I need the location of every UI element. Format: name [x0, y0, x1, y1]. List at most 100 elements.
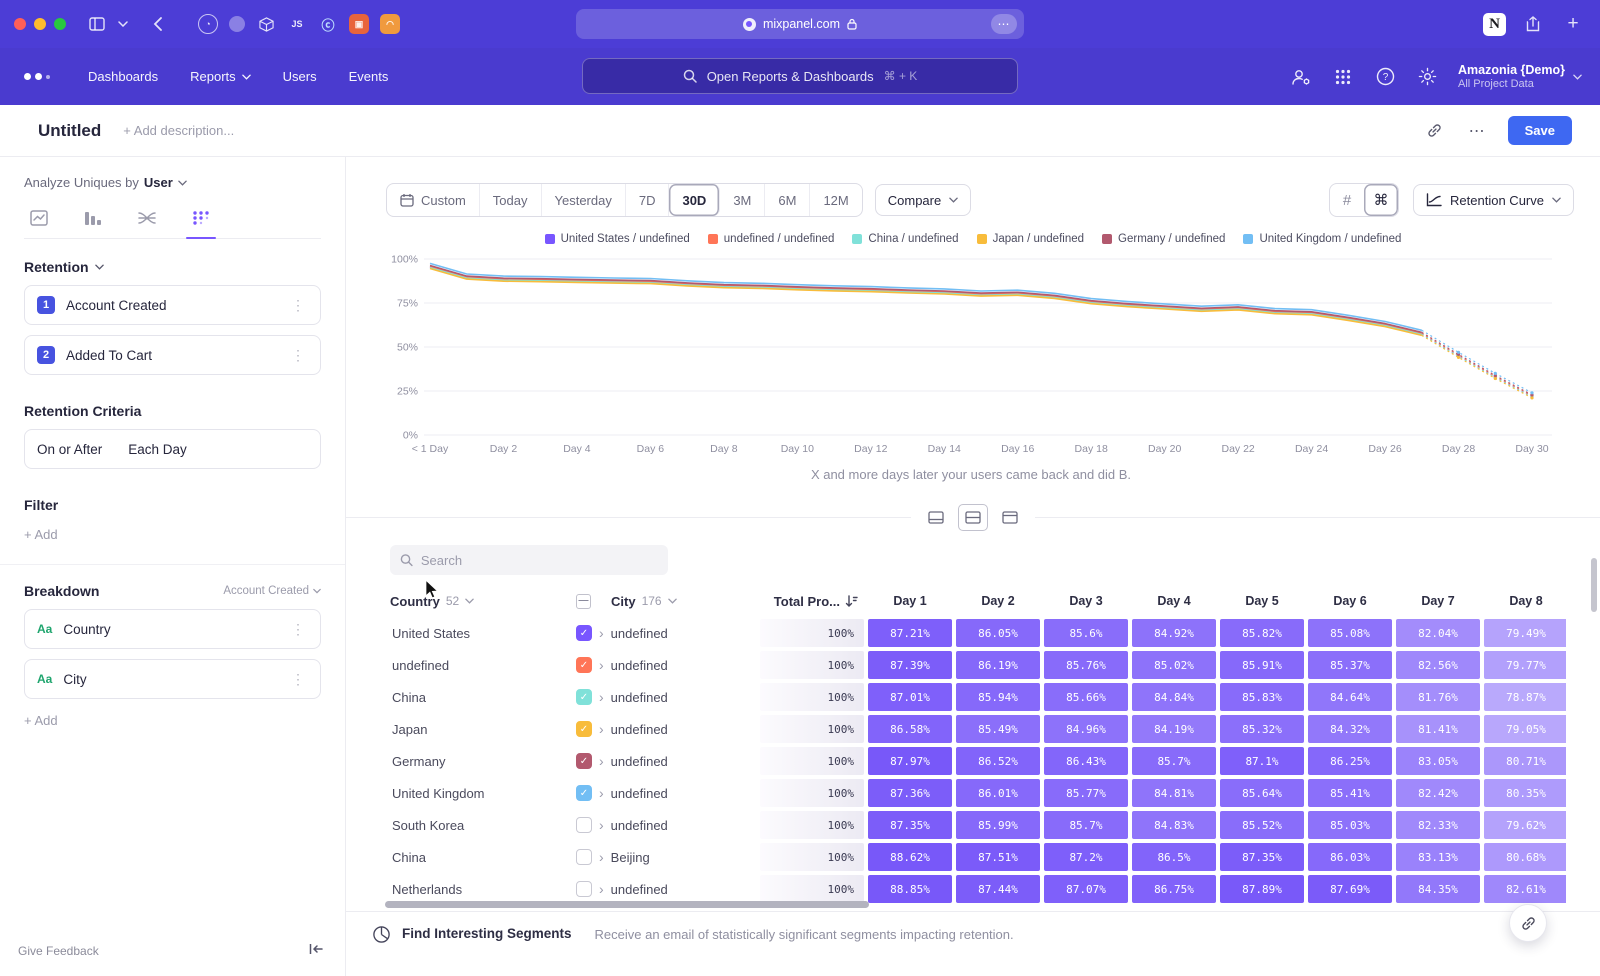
range-yesterday[interactable]: Yesterday [542, 184, 626, 216]
column-day-header[interactable]: Day 1 [866, 594, 954, 608]
step-options-icon[interactable]: ⋮ [289, 347, 308, 364]
find-segments-title[interactable]: Find Interesting Segments [402, 925, 572, 941]
tab-funnels-icon[interactable] [78, 206, 108, 238]
row-checkbox[interactable]: ✓ [576, 625, 592, 641]
retention-value-cell[interactable]: 82.42% [1394, 777, 1482, 809]
column-day-header[interactable]: Day 4 [1130, 594, 1218, 608]
retention-value-cell[interactable]: 85.94% [954, 681, 1042, 713]
expand-row-icon[interactable]: › [599, 689, 604, 705]
retention-value-cell[interactable]: 87.07% [1042, 873, 1130, 905]
expand-row-icon[interactable]: › [599, 881, 604, 897]
back-icon[interactable] [144, 11, 170, 37]
nav-item-reports[interactable]: Reports [178, 61, 263, 92]
retention-value-cell[interactable]: 87.36% [866, 777, 954, 809]
retention-value-cell[interactable]: 86.43% [1042, 745, 1130, 777]
retention-value-cell[interactable]: 78.87% [1482, 681, 1566, 713]
column-day-header[interactable]: Day 5 [1218, 594, 1306, 608]
user-settings-icon[interactable] [1290, 66, 1312, 88]
range-7d[interactable]: 7D [626, 184, 670, 216]
retention-value-cell[interactable]: 80.68% [1482, 841, 1566, 873]
row-checkbox[interactable]: ✓ [576, 689, 592, 705]
copy-link-icon[interactable] [1424, 120, 1446, 142]
retention-value-cell[interactable]: 87.69% [1306, 873, 1394, 905]
retention-value-cell[interactable]: 82.33% [1394, 809, 1482, 841]
add-breakdown-button[interactable]: + Add [24, 713, 321, 728]
heatmap-toggle-icon[interactable]: # [1330, 184, 1364, 216]
retention-value-cell[interactable]: 85.83% [1218, 681, 1306, 713]
retention-value-cell[interactable]: 87.97% [866, 745, 954, 777]
retention-value-cell[interactable]: 84.96% [1042, 713, 1130, 745]
chart-type-dropdown[interactable]: Retention Curve [1413, 184, 1574, 216]
retention-value-cell[interactable]: 85.37% [1306, 649, 1394, 681]
row-checkbox[interactable]: ✓ [576, 753, 592, 769]
retention-value-cell[interactable]: 86.75% [1130, 873, 1218, 905]
retention-value-cell[interactable]: 84.32% [1306, 713, 1394, 745]
range-12m[interactable]: 12M [810, 184, 861, 216]
retention-value-cell[interactable]: 79.49% [1482, 617, 1566, 649]
row-checkbox[interactable] [576, 817, 592, 833]
retention-value-cell[interactable]: 85.82% [1218, 617, 1306, 649]
analyze-value[interactable]: User [144, 175, 173, 190]
notion-extension-icon[interactable]: N [1483, 13, 1506, 36]
give-feedback-link[interactable]: Give Feedback [18, 944, 99, 958]
retention-value-cell[interactable]: 87.39% [866, 649, 954, 681]
retention-value-cell[interactable]: 87.35% [866, 809, 954, 841]
table-search-input[interactable] [421, 553, 658, 568]
retention-value-cell[interactable]: 80.35% [1482, 777, 1566, 809]
expand-row-icon[interactable]: › [599, 785, 604, 801]
column-city-header[interactable]: — City 176 [576, 594, 758, 609]
retention-value-cell[interactable]: 87.21% [866, 617, 954, 649]
retention-value-cell[interactable]: 86.52% [954, 745, 1042, 777]
retention-value-cell[interactable]: 85.91% [1218, 649, 1306, 681]
retention-value-cell[interactable]: 84.83% [1130, 809, 1218, 841]
retention-value-cell[interactable]: 85.52% [1218, 809, 1306, 841]
horizontal-scrollbar[interactable] [385, 901, 869, 908]
close-window-button[interactable] [14, 18, 26, 30]
share-link-fab[interactable] [1509, 904, 1547, 942]
range-today[interactable]: Today [480, 184, 542, 216]
tab-retention-icon[interactable] [186, 206, 216, 238]
row-checkbox[interactable] [576, 881, 592, 897]
expand-row-icon[interactable]: › [599, 817, 604, 833]
column-total-header[interactable]: Total Pro... [758, 594, 866, 609]
retention-value-cell[interactable]: 84.19% [1130, 713, 1218, 745]
vertical-scrollbar[interactable] [1591, 558, 1597, 612]
browser-sidebar-icon[interactable] [84, 11, 110, 37]
retention-value-cell[interactable]: 87.51% [954, 841, 1042, 873]
retention-value-cell[interactable]: 86.25% [1306, 745, 1394, 777]
retention-value-cell[interactable]: 86.03% [1306, 841, 1394, 873]
retention-value-cell[interactable]: 85.7% [1042, 809, 1130, 841]
retention-chart[interactable]: 100%75%50%25%0%< 1 DayDay 2Day 4Day 6Day… [386, 251, 1556, 462]
row-checkbox[interactable]: ✓ [576, 657, 592, 673]
retention-value-cell[interactable]: 85.08% [1306, 617, 1394, 649]
nav-item-users[interactable]: Users [271, 61, 329, 92]
legend-item[interactable]: undefined / undefined [708, 233, 835, 245]
url-bar[interactable]: mixpanel.com ⋯ [576, 9, 1024, 39]
tab-favicon-orange-icon[interactable]: ▣ [349, 14, 369, 34]
retention-value-cell[interactable]: 87.44% [954, 873, 1042, 905]
retention-value-cell[interactable]: 86.19% [954, 649, 1042, 681]
criteria-each-day[interactable]: Each Day [128, 442, 187, 457]
retention-value-cell[interactable]: 80.71% [1482, 745, 1566, 777]
retention-value-cell[interactable]: 85.76% [1042, 649, 1130, 681]
view-single-row-icon[interactable] [921, 504, 951, 531]
expand-row-icon[interactable]: › [599, 721, 604, 737]
retention-section-header[interactable]: Retention [24, 259, 321, 275]
retention-value-cell[interactable]: 85.03% [1306, 809, 1394, 841]
expand-row-icon[interactable]: › [599, 753, 604, 769]
retention-value-cell[interactable]: 84.64% [1306, 681, 1394, 713]
column-day-header[interactable]: Day 3 [1042, 594, 1130, 608]
range-6m[interactable]: 6M [765, 184, 810, 216]
retention-value-cell[interactable]: 87.01% [866, 681, 954, 713]
collapse-sidebar-icon[interactable] [309, 942, 323, 960]
legend-item[interactable]: United States / undefined [545, 233, 690, 245]
retention-value-cell[interactable]: 82.61% [1482, 873, 1566, 905]
add-filter-button[interactable]: + Add [24, 527, 321, 542]
column-day-header[interactable]: Day 2 [954, 594, 1042, 608]
zoom-window-button[interactable] [54, 18, 66, 30]
range-3m[interactable]: 3M [720, 184, 765, 216]
retention-value-cell[interactable]: 81.41% [1394, 713, 1482, 745]
expand-row-icon[interactable]: › [599, 657, 604, 673]
global-search-button[interactable]: Open Reports & Dashboards ⌘ + K [582, 58, 1018, 94]
tab-favicon-c-icon[interactable]: ⓒ [318, 14, 338, 34]
